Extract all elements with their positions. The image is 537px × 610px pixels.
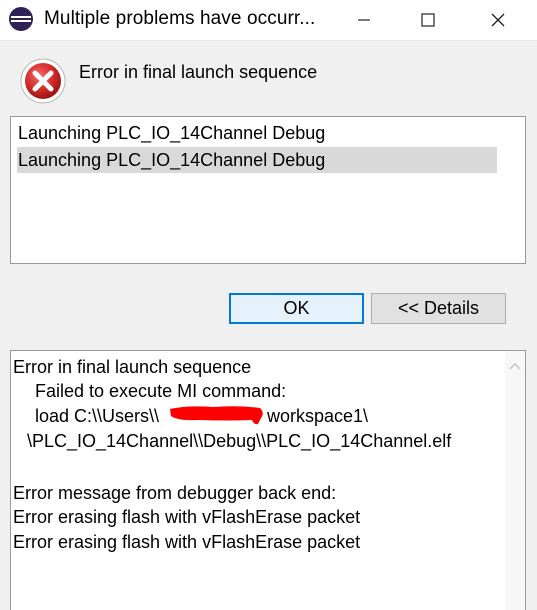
close-icon <box>491 13 505 27</box>
redaction-mark <box>170 406 263 425</box>
list-item-selected[interactable]: Launching PLC_IO_14Channel Debug <box>17 147 497 173</box>
minimize-button[interactable] <box>339 0 389 40</box>
details-line: Failed to execute MI command: <box>35 381 287 401</box>
details-line: \PLC_IO_14Channel\\Debug\\PLC_IO_14Chann… <box>27 431 452 451</box>
title-bar: Multiple problems have occurr... <box>0 0 537 41</box>
error-heading: Error in final launch sequence <box>79 62 318 82</box>
maximize-icon <box>421 13 435 27</box>
error-icon <box>20 58 66 104</box>
details-line: Error in final launch sequence <box>13 357 252 377</box>
maximize-button[interactable] <box>403 0 453 40</box>
details-button[interactable]: << Details <box>371 293 506 324</box>
problem-list[interactable]: Launching PLC_IO_14Channel Debug Launchi… <box>10 116 526 264</box>
details-line: Error message from debugger back end: <box>13 483 337 503</box>
eclipse-app-icon <box>9 7 33 31</box>
scroll-up-arrow-icon[interactable] <box>509 361 521 371</box>
window-title: Multiple problems have occurr... <box>44 8 316 29</box>
close-button[interactable] <box>473 0 523 40</box>
list-item[interactable]: Launching PLC_IO_14Channel Debug <box>17 120 325 146</box>
details-line: Error erasing flash with vFlashErase pac… <box>13 507 361 527</box>
details-line: Error erasing flash with vFlashErase pac… <box>13 532 361 552</box>
ok-button[interactable]: OK <box>229 293 364 324</box>
details-line: workspace1\ <box>267 406 369 426</box>
details-line: load C:\\Users\\ <box>35 406 160 426</box>
vertical-scrollbar[interactable] <box>505 351 525 610</box>
minimize-icon <box>358 19 370 21</box>
